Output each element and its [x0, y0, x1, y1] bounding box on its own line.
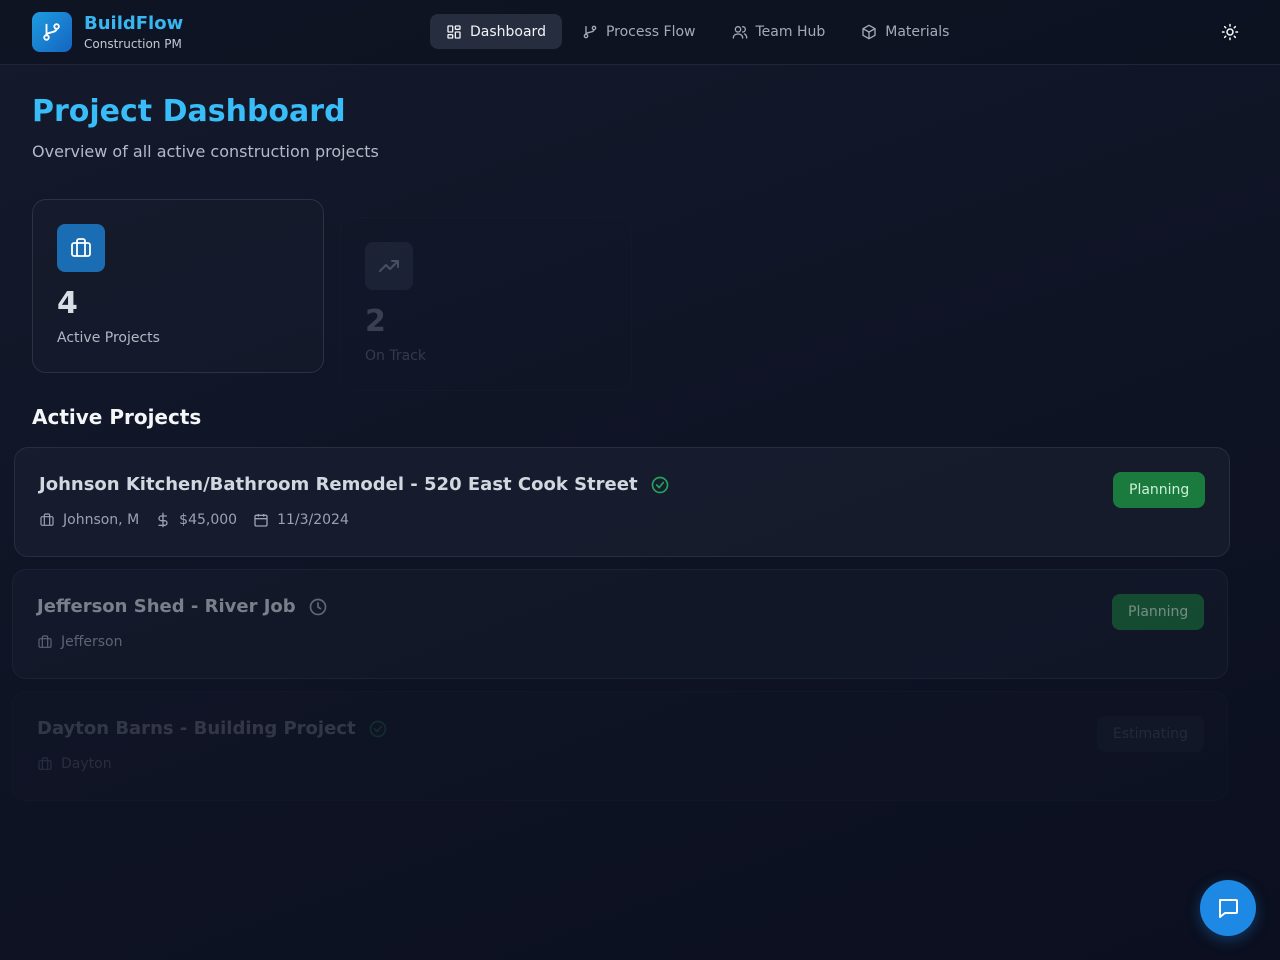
- status-badge: Planning: [1112, 594, 1205, 630]
- sun-icon: [1221, 23, 1239, 41]
- nav-materials-label: Materials: [885, 23, 950, 40]
- check-circle-icon: [650, 475, 670, 495]
- project-date: 11/3/2024: [277, 512, 349, 528]
- stat-value: 4: [57, 286, 78, 321]
- section-title: Active Projects: [32, 405, 202, 429]
- project-client: Jefferson: [61, 634, 123, 650]
- calendar-icon: [254, 514, 268, 527]
- nav-team-hub-label: Team Hub: [755, 23, 826, 40]
- project-title: Dayton Barns - Building Project: [37, 718, 388, 739]
- page-subtitle: Overview of all active construction proj…: [32, 142, 379, 161]
- git-branch-icon: [583, 25, 597, 38]
- project-title: Jefferson Shed - River Job: [37, 596, 328, 617]
- stat-card-active-projects[interactable]: 4 Active Projects: [32, 199, 324, 373]
- grid-icon: [447, 24, 461, 39]
- project-meta: Dayton: [37, 756, 128, 772]
- briefcase-icon: [38, 635, 52, 648]
- users-icon: [732, 25, 747, 39]
- theme-toggle-button[interactable]: [1218, 20, 1242, 44]
- project-meta: Johnson, M $45,000 11/3/2024: [39, 512, 365, 528]
- nav-dashboard-label: Dashboard: [470, 23, 546, 40]
- git-branch-logo-icon: [32, 12, 72, 52]
- project-title: Johnson Kitchen/Bathroom Remodel - 520 E…: [39, 474, 670, 495]
- project-name: Johnson Kitchen/Bathroom Remodel - 520 E…: [39, 474, 638, 495]
- trending-up-icon: [365, 242, 413, 290]
- briefcase-icon: [40, 513, 54, 526]
- project-card[interactable]: Dayton Barns - Building Project Dayton E…: [12, 691, 1228, 801]
- project-card[interactable]: Johnson Kitchen/Bathroom Remodel - 520 E…: [14, 447, 1230, 557]
- project-name: Dayton Barns - Building Project: [37, 718, 356, 739]
- nav-materials[interactable]: Materials: [845, 14, 965, 49]
- clock-icon: [308, 597, 328, 617]
- briefcase-icon: [38, 757, 52, 770]
- nav-team-hub[interactable]: Team Hub: [716, 14, 842, 49]
- brand-title: BuildFlow: [84, 12, 184, 34]
- nav-process-flow-label: Process Flow: [605, 23, 696, 40]
- stat-label: Active Projects: [57, 330, 160, 346]
- stat-label: On Track: [365, 348, 426, 364]
- page-title: Project Dashboard: [32, 94, 346, 129]
- check-circle-icon: [368, 719, 388, 739]
- briefcase-icon: [57, 224, 105, 272]
- top-navbar: BuildFlow Construction PM Dashboard Proc…: [0, 0, 1280, 65]
- message-icon: [1219, 899, 1238, 918]
- project-budget: $45,000: [179, 512, 238, 528]
- dollar-icon: [158, 512, 168, 528]
- chat-button[interactable]: [1200, 880, 1256, 936]
- stat-card-on-track[interactable]: 2 On Track: [340, 217, 632, 391]
- stat-value: 2: [365, 304, 386, 339]
- project-client: Johnson, M: [63, 512, 140, 528]
- project-client: Dayton: [61, 756, 112, 772]
- brand-subtitle: Construction PM: [84, 36, 182, 51]
- main-nav: Dashboard Process Flow Team Hub Material…: [430, 14, 969, 49]
- project-card[interactable]: Jefferson Shed - River Job Jefferson Pla…: [12, 569, 1228, 679]
- brand[interactable]: BuildFlow Construction PM: [32, 12, 183, 52]
- project-meta: Jefferson: [37, 634, 139, 650]
- nav-dashboard[interactable]: Dashboard: [430, 14, 562, 49]
- status-badge: Planning: [1113, 472, 1206, 508]
- status-badge: Estimating: [1097, 716, 1204, 752]
- project-name: Jefferson Shed - River Job: [37, 596, 296, 617]
- package-icon: [862, 24, 876, 39]
- nav-process-flow[interactable]: Process Flow: [566, 14, 712, 49]
